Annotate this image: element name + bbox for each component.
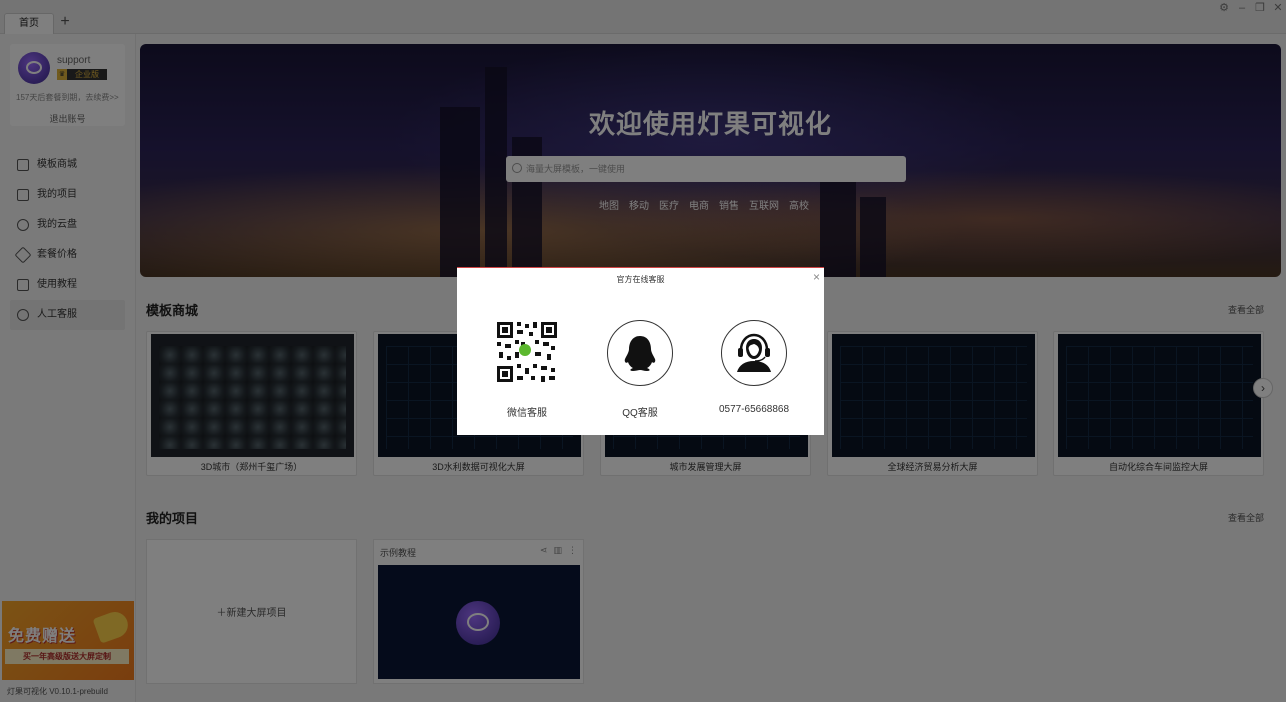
support-dialog: 官方在线客服 × 微信客服 QQ客服 0577-65668868: [457, 267, 824, 435]
qq-penguin-icon: [607, 320, 673, 386]
headset-agent-icon: [721, 320, 787, 386]
dialog-close-button[interactable]: ×: [813, 271, 820, 283]
qr-code-icon: [495, 320, 559, 384]
qq-service-label: QQ客服: [622, 408, 658, 419]
phone-service[interactable]: 0577-65668868: [704, 320, 804, 415]
wechat-service-label: 微信客服: [507, 408, 547, 419]
wechat-service[interactable]: 微信客服: [477, 320, 577, 419]
qq-service[interactable]: QQ客服: [590, 320, 690, 419]
dialog-title: 官方在线客服: [616, 275, 665, 284]
phone-service-label: 0577-65668868: [718, 404, 790, 415]
